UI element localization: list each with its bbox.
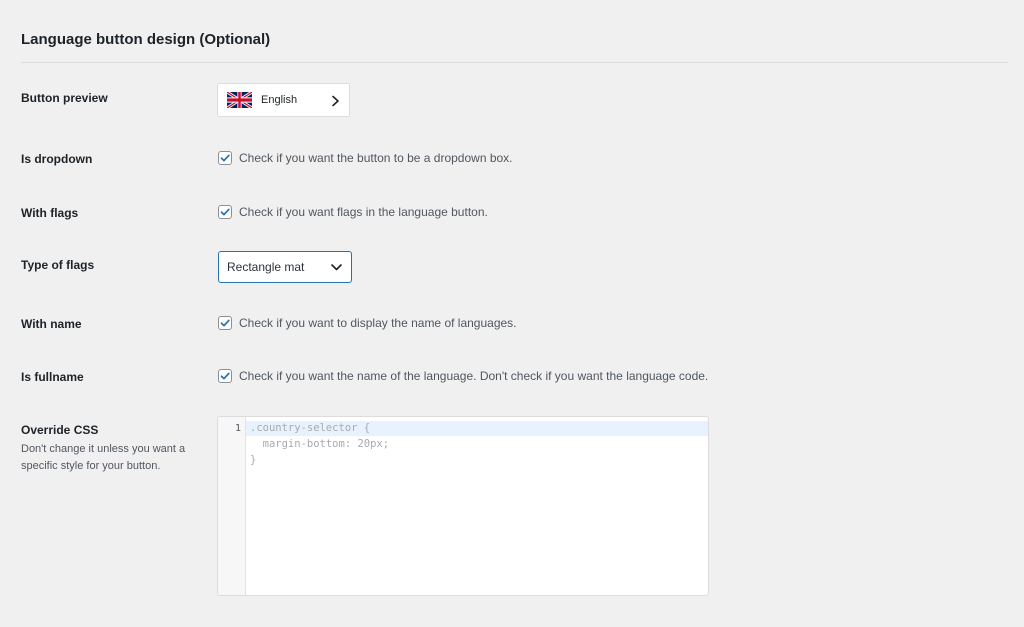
with-name-row: Check if you want to display the name of…: [218, 316, 517, 330]
is-fullname-row: Check if you want the name of the langua…: [218, 369, 708, 383]
override-css-description: Don't change it unless you want a specif…: [21, 441, 201, 475]
chevron-right-icon: [331, 95, 340, 107]
override-css-label: Override CSS: [21, 423, 98, 437]
with-flags-row: Check if you want flags in the language …: [218, 205, 488, 219]
uk-flag-icon: [227, 92, 252, 108]
checkmark-icon: [219, 370, 231, 382]
language-name: English: [261, 94, 297, 106]
is-fullname-description: Check if you want the name of the langua…: [239, 369, 708, 383]
is-fullname-checkbox[interactable]: [218, 369, 232, 383]
checkmark-icon: [219, 317, 231, 329]
with-name-description: Check if you want to display the name of…: [239, 316, 517, 330]
button-preview-label: Button preview: [21, 91, 108, 105]
language-button-preview[interactable]: English: [217, 83, 350, 117]
is-dropdown-row: Check if you want the button to be a dro…: [218, 151, 513, 165]
css-code-editor[interactable]: 1 .country-selector { margin-bottom: 20p…: [217, 416, 709, 596]
settings-page: Language button design (Optional) Button…: [0, 0, 1024, 627]
chevron-down-icon: [331, 264, 342, 271]
with-flags-label: With flags: [21, 206, 78, 220]
with-name-label: With name: [21, 317, 82, 331]
code-line: .country-selector {: [250, 422, 370, 434]
type-of-flags-select[interactable]: Rectangle mat: [218, 251, 352, 283]
type-of-flags-value: Rectangle mat: [227, 260, 304, 274]
section-title: Language button design (Optional): [21, 31, 270, 48]
section-divider: [21, 62, 1008, 63]
is-dropdown-checkbox[interactable]: [218, 151, 232, 165]
with-flags-description: Check if you want flags in the language …: [239, 205, 488, 219]
code-line: }: [250, 454, 256, 466]
checkmark-icon: [219, 152, 231, 164]
checkmark-icon: [219, 206, 231, 218]
is-fullname-label: Is fullname: [21, 370, 84, 384]
with-flags-checkbox[interactable]: [218, 205, 232, 219]
editor-gutter: 1: [218, 417, 246, 595]
with-name-checkbox[interactable]: [218, 316, 232, 330]
code-line: margin-bottom: 20px;: [250, 438, 389, 450]
type-of-flags-label: Type of flags: [21, 258, 94, 272]
is-dropdown-description: Check if you want the button to be a dro…: [239, 151, 513, 165]
line-number: 1: [235, 423, 241, 434]
is-dropdown-label: Is dropdown: [21, 152, 92, 166]
